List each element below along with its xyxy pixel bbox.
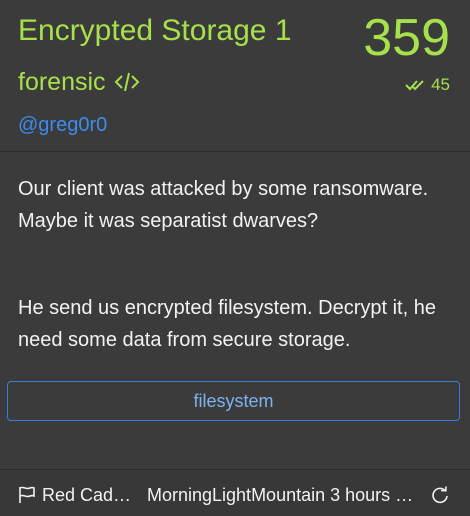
challenge-card: Encrypted Storage 1 359 forensic 45 @gre… — [0, 0, 470, 516]
flag-icon — [18, 486, 36, 504]
author-link[interactable]: @greg0r0 — [18, 112, 107, 138]
double-check-icon — [405, 78, 425, 92]
description-paragraph: He send us encrypted filesystem. Decrypt… — [18, 297, 436, 351]
solves-number: 45 — [431, 75, 450, 94]
description-paragraph: Our client was attacked by some ransomwa… — [18, 178, 429, 232]
challenge-category: forensic — [18, 66, 140, 98]
refresh-icon[interactable] — [431, 486, 449, 504]
tag-filesystem-button[interactable]: filesystem — [7, 381, 460, 421]
category-label: forensic — [18, 68, 106, 96]
first-blood-team[interactable]: Red Cad… — [42, 485, 138, 506]
challenge-header: Encrypted Storage 1 359 forensic 45 @gre… — [0, 0, 470, 152]
code-icon — [114, 70, 140, 94]
challenge-footer: Red Cad… MorningLightMountain 3 hours … — [0, 469, 470, 516]
latest-solver[interactable]: MorningLightMountain 3 hours … — [147, 485, 427, 506]
challenge-score: 359 — [363, 9, 450, 67]
challenge-title: Encrypted Storage 1 — [18, 14, 292, 47]
solves-count: 45 — [405, 74, 450, 96]
